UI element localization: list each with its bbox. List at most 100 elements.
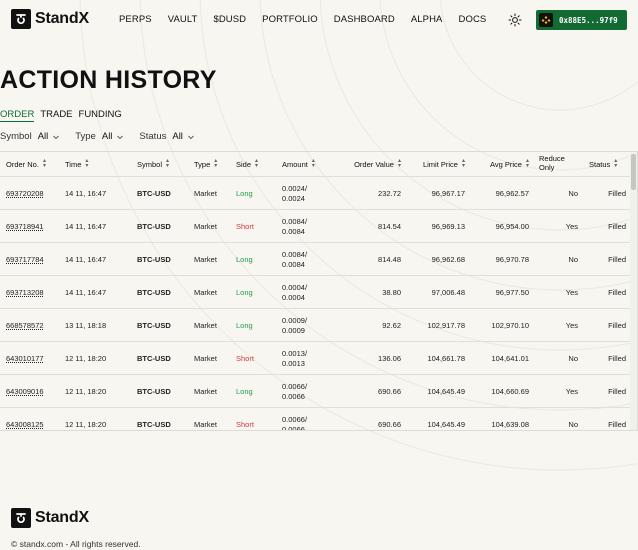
table-row[interactable]: 693717784 14 11, 16:47 BTC-USD Market Long 0.… bbox=[0, 242, 630, 275]
table-row[interactable]: 693720208 14 11, 16:47 BTC-USD Market Long 0.… bbox=[0, 176, 630, 209]
filter-value[interactable]: All bbox=[172, 131, 183, 142]
tab-order[interactable]: ORDER bbox=[0, 109, 35, 122]
column-header-symbol[interactable]: Symbol ▴ ▾ bbox=[137, 152, 169, 176]
table-scrollbar[interactable] bbox=[630, 152, 637, 430]
table-row[interactable]: 643009016 12 11, 18:20 BTC-USD Market Long 0.… bbox=[0, 374, 630, 407]
sort-icon[interactable]: ▴ ▾ bbox=[614, 158, 617, 169]
column-header-limit-price[interactable]: Limit Price ▴ ▾ bbox=[405, 152, 465, 176]
filter-type[interactable]: Type All bbox=[75, 131, 124, 142]
nav-item-vault[interactable]: VAULT bbox=[168, 14, 198, 25]
table-row[interactable]: 643008125 12 11, 18:20 BTC-USD Market Short 0… bbox=[0, 407, 630, 430]
cell-side: Long bbox=[236, 276, 253, 309]
avg-price-value: 96,962.57 bbox=[495, 189, 529, 198]
reduce-only-value: Yes bbox=[565, 222, 578, 231]
cell-order-no[interactable]: 643008125 bbox=[6, 408, 44, 430]
sort-icon[interactable]: ▴ ▾ bbox=[214, 158, 217, 169]
table-row[interactable]: 693718941 14 11, 16:47 BTC-USD Market Short 0… bbox=[0, 209, 630, 242]
nav-item-dashboard[interactable]: DASHBOARD bbox=[334, 14, 395, 25]
filter-status[interactable]: Status All bbox=[139, 131, 195, 142]
cell-order-no[interactable]: 643009016 bbox=[6, 375, 44, 408]
sort-icon[interactable]: ▴ ▾ bbox=[312, 158, 315, 169]
limit-price-value: 96,969.13 bbox=[431, 222, 465, 231]
cell-order-value: 814.48 bbox=[336, 243, 401, 276]
order-value-value: 232.72 bbox=[378, 189, 401, 198]
filter-value[interactable]: All bbox=[102, 131, 113, 142]
cell-side: Long bbox=[236, 243, 253, 276]
type-value: Market bbox=[194, 321, 217, 330]
nav-item-dusd[interactable]: $DUSD bbox=[213, 14, 246, 25]
symbol-value: BTC-USD bbox=[137, 222, 171, 231]
cell-status: Filled bbox=[586, 408, 626, 430]
column-header-type[interactable]: Type ▴ ▾ bbox=[194, 152, 217, 176]
tab-funding[interactable]: FUNDING bbox=[79, 109, 122, 122]
column-header-label: Order Value bbox=[354, 159, 394, 169]
cell-order-no[interactable]: 693718941 bbox=[6, 210, 44, 243]
nav-item-portfolio[interactable]: PORTFOLIO bbox=[262, 14, 318, 25]
wallet-address: 0x88E5...97f9 bbox=[559, 15, 618, 25]
sort-icon[interactable]: ▴ ▾ bbox=[85, 158, 88, 169]
side-value: Long bbox=[236, 387, 253, 396]
filter-label: Symbol bbox=[0, 131, 32, 142]
brand-logo[interactable]: StandX bbox=[11, 9, 89, 29]
cell-time: 12 11, 18:20 bbox=[65, 408, 106, 430]
type-value: Market bbox=[194, 387, 217, 396]
column-header-order-no[interactable]: Order No. ▴ ▾ bbox=[6, 152, 46, 176]
sort-icon[interactable]: ▴ ▾ bbox=[398, 158, 401, 169]
cell-status: Filled bbox=[586, 177, 626, 210]
type-value: Market bbox=[194, 420, 217, 429]
cell-status: Filled bbox=[586, 375, 626, 408]
sort-icon[interactable]: ▴ ▾ bbox=[526, 158, 529, 169]
column-header-amount[interactable]: Amount ▴ ▾ bbox=[282, 152, 315, 176]
nav-item-perps[interactable]: PERPS bbox=[119, 14, 152, 25]
cell-side: Long bbox=[236, 309, 253, 342]
column-header-order-value[interactable]: Order Value ▴ ▾ bbox=[336, 152, 401, 176]
time-value: 14 11, 16:47 bbox=[65, 288, 107, 297]
cell-order-no[interactable]: 693720208 bbox=[6, 177, 44, 210]
cell-order-value: 92.62 bbox=[336, 309, 401, 342]
cell-avg-price: 96,954.00 bbox=[470, 210, 529, 243]
top-bar: StandX PERPS VAULT $DUSD PORTFOLIO DASHBOARD… bbox=[0, 0, 638, 40]
table-scrollbar-thumb[interactable] bbox=[631, 154, 636, 190]
cell-order-no[interactable]: 693717784 bbox=[6, 243, 44, 276]
sort-icon[interactable]: ▴ ▾ bbox=[43, 158, 46, 169]
column-header-side[interactable]: Side ▴ ▾ bbox=[236, 152, 258, 176]
order-no-value: 643008125 bbox=[6, 420, 44, 429]
cell-order-no[interactable]: 668578572 bbox=[6, 309, 44, 342]
column-header-label: Limit Price bbox=[422, 159, 458, 169]
cell-order-no[interactable]: 693713208 bbox=[6, 276, 44, 309]
amount-filled: 0.0066/ bbox=[282, 414, 308, 424]
table-row[interactable]: 643010177 12 11, 18:20 BTC-USD Market Short 0… bbox=[0, 341, 630, 374]
column-header-time[interactable]: Time ▴ ▾ bbox=[65, 152, 88, 176]
filter-bar: Symbol All Type All Status All bbox=[0, 131, 210, 142]
type-value: Market bbox=[194, 354, 217, 363]
reduce-only-value: No bbox=[568, 420, 578, 429]
cell-symbol: BTC-USD bbox=[137, 342, 171, 375]
footer-logo[interactable]: StandX bbox=[11, 508, 89, 528]
cell-amount: 0.0013/0.0013 bbox=[282, 342, 307, 375]
nav-item-docs[interactable]: DOCS bbox=[459, 14, 487, 25]
sort-icon[interactable]: ▴ ▾ bbox=[462, 158, 465, 169]
chevron-down-icon bbox=[188, 135, 194, 139]
column-header-reduce-only[interactable]: Reduce Only bbox=[539, 152, 578, 176]
side-value: Short bbox=[236, 222, 254, 231]
filter-symbol[interactable]: Symbol All bbox=[0, 131, 60, 142]
sort-icon[interactable]: ▴ ▾ bbox=[166, 158, 169, 169]
cell-reduce-only: Yes bbox=[539, 276, 578, 309]
limit-price-value: 102,917.78 bbox=[427, 321, 465, 330]
nav-item-alpha[interactable]: ALPHA bbox=[411, 14, 443, 25]
table-row[interactable]: 668578572 13 11, 18:18 BTC-USD Market Long 0.… bbox=[0, 308, 630, 341]
reduce-only-value: No bbox=[568, 255, 578, 264]
sort-icon[interactable]: ▴ ▾ bbox=[255, 158, 258, 169]
column-header-status[interactable]: Status ▴ ▾ bbox=[589, 152, 629, 176]
table-row[interactable]: 693713208 14 11, 16:47 BTC-USD Market Long 0.… bbox=[0, 275, 630, 308]
sun-icon[interactable] bbox=[508, 13, 522, 27]
cell-type: Market bbox=[194, 342, 217, 375]
tab-trade[interactable]: TRADE bbox=[40, 109, 72, 122]
wallet-button[interactable]: 0x88E5...97f9 bbox=[536, 10, 627, 30]
cell-order-no[interactable]: 643010177 bbox=[6, 342, 44, 375]
cell-time: 14 11, 16:47 bbox=[65, 243, 106, 276]
cell-order-value: 690.66 bbox=[336, 375, 401, 408]
column-header-avg-price[interactable]: Avg Price ▴ ▾ bbox=[470, 152, 529, 176]
filter-value[interactable]: All bbox=[38, 131, 49, 142]
cell-amount: 0.0084/0.0084 bbox=[282, 243, 307, 276]
